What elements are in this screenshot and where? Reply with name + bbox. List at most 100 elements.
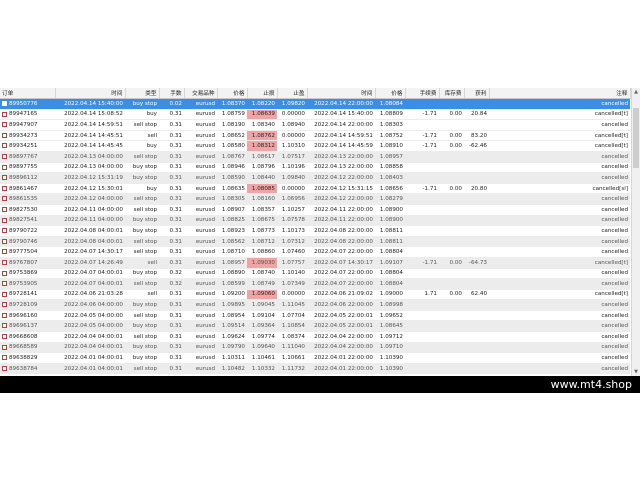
col-header-close-time[interactable]: 时间: [307, 88, 376, 99]
comment-cell: cancelled: [489, 119, 630, 131]
table-row[interactable]: 89728109 2022.04.06 04:00:00 buy stop 0.31 e…: [0, 299, 630, 311]
order-cell: 89638829: [0, 352, 55, 364]
col-header-comment[interactable]: 注释: [489, 88, 631, 99]
col-header-swap[interactable]: 库存费: [439, 88, 465, 99]
table-row[interactable]: 89827541 2022.04.11 04:00:00 buy stop 0.31 e…: [0, 215, 630, 227]
col-header-order[interactable]: 订单: [0, 88, 56, 99]
open-time-cell: 2022.04.11 04:00:00: [55, 215, 125, 227]
col-header-type[interactable]: 类型: [125, 88, 160, 99]
table-row[interactable]: 89668608 2022.04.04 04:00:01 sell stop 0.31…: [0, 331, 630, 343]
order-number: 89897767: [9, 153, 38, 160]
table-row[interactable]: 89790746 2022.04.08 04:00:01 sell stop 0.31…: [0, 236, 630, 248]
table-row[interactable]: 89728141 2022.04.06 21:03:28 sell 0.31 eurus…: [0, 289, 630, 301]
col-header-sl[interactable]: 止损: [247, 88, 278, 99]
vertical-scrollbar[interactable]: ▲ ▼: [631, 88, 640, 376]
swap-cell: [439, 236, 464, 248]
order-ticket-icon: [2, 122, 7, 128]
col-header-lots[interactable]: 手数: [159, 88, 185, 99]
table-row[interactable]: 89696160 2022.04.05 04:00:00 sell stop 0.31…: [0, 310, 630, 322]
tp-cell: 0.00000: [277, 289, 307, 301]
table-row[interactable]: 89934273 2022.04.14 14:45:51 sell 0.31 eurus…: [0, 130, 630, 142]
col-header-commission[interactable]: 手续费: [405, 88, 440, 99]
type-cell: buy stop: [125, 172, 159, 184]
table-row[interactable]: 89668589 2022.04.04 04:00:01 buy stop 0.31 e…: [0, 342, 630, 354]
table-row[interactable]: 89934251 2022.04.14 14:45:45 buy 0.31 eurusd…: [0, 140, 630, 152]
comment-cell: cancelled: [489, 246, 630, 258]
type-cell: sell stop: [125, 193, 159, 205]
col-header-tp[interactable]: 止盈: [277, 88, 308, 99]
order-cell: 89777504: [0, 246, 55, 258]
order-number: 89753869: [9, 270, 38, 277]
comment-cell: cancelled: [489, 268, 630, 280]
close-price-cell: 1.08811: [375, 225, 405, 237]
scroll-thumb[interactable]: [633, 108, 639, 168]
table-row[interactable]: 89947165 2022.04.14 15:08:52 buy 0.31 eurusd…: [0, 109, 630, 121]
table-row[interactable]: 89861535 2022.04.12 04:00:00 sell stop 0.31…: [0, 193, 630, 205]
sl-cell: 1.09774: [247, 331, 277, 343]
close-time-cell: 2022.04.12 22:00:00: [307, 193, 375, 205]
table-row[interactable]: 89950776 2022.04.14 15:40:00 buy stop 0.02 e…: [0, 98, 630, 110]
swap-cell: 0.00: [439, 109, 464, 121]
table-row[interactable]: 89696137 2022.04.05 04:00:00 buy stop 0.31 e…: [0, 320, 630, 333]
col-header-price[interactable]: 价格: [217, 88, 248, 99]
table-row[interactable]: 89896112 2022.04.12 15:31:19 buy stop 0.31 e…: [0, 172, 630, 184]
open-time-cell: 2022.04.04 04:00:01: [55, 331, 125, 343]
col-header-symbol[interactable]: 交易品种: [184, 88, 218, 99]
col-header-close-price[interactable]: 价格: [375, 88, 406, 99]
close-time-cell: 2022.04.05 22:00:01: [307, 310, 375, 322]
table-body: 89950776 2022.04.14 15:40:00 buy stop 0.02 e…: [0, 98, 630, 376]
close-time-cell: 2022.04.08 22:00:00: [307, 236, 375, 248]
order-ticket-icon: [2, 344, 7, 350]
open-price-cell: 1.08652: [217, 130, 247, 142]
commission-cell: [405, 162, 439, 174]
table-row[interactable]: 89777504 2022.04.07 14:30:17 sell stop 0.31…: [0, 246, 630, 258]
order-cell: 89668608: [0, 331, 55, 343]
sl-cell: 1.08860: [247, 246, 277, 258]
col-header-profit[interactable]: 获利: [464, 88, 490, 99]
open-price-cell: 1.10482: [217, 363, 247, 375]
profit-cell: [464, 193, 489, 205]
sl-cell: 1.08312: [247, 140, 277, 152]
table-row[interactable]: 89897755 2022.04.13 04:00:00 buy stop 0.31 e…: [0, 162, 630, 174]
symbol-cell: eurusd: [184, 278, 217, 290]
col-header-time[interactable]: 时间: [55, 88, 126, 99]
order-cell: 89934273: [0, 130, 55, 142]
table-row[interactable]: 89947907 2022.04.14 14:59:51 sell stop 0.31…: [0, 119, 630, 131]
lots-cell: 0.31: [159, 289, 184, 301]
order-cell: 89790722: [0, 225, 55, 237]
comment-cell: cancelled: [489, 236, 630, 248]
table-row[interactable]: 89638784 2022.04.01 04:00:01 sell stop 0.31…: [0, 363, 630, 375]
comment-cell: cancelled: [489, 352, 630, 364]
swap-cell: [439, 162, 464, 174]
table-row[interactable]: 89861467 2022.04.12 15:30:01 buy 0.31 eurusd…: [0, 183, 630, 195]
table-row[interactable]: 89897767 2022.04.13 04:00:00 sell stop 0.31…: [0, 151, 630, 163]
close-price-cell: 1.08804: [375, 268, 405, 280]
open-price-cell: 1.08957: [217, 257, 247, 269]
table-row[interactable]: 89767807 2022.04.07 14:26:49 sell 0.31 eurus…: [0, 257, 630, 269]
scroll-up-icon[interactable]: ▲: [633, 89, 639, 95]
lots-cell: 0.31: [159, 130, 184, 142]
scroll-down-icon[interactable]: ▼: [633, 369, 639, 375]
type-cell: sell stop: [125, 246, 159, 258]
close-price-cell: 1.08084: [375, 98, 405, 110]
tp-cell: 0.00000: [277, 109, 307, 121]
profit-cell: 20.84: [464, 109, 489, 121]
table-row[interactable]: 89827530 2022.04.11 04:00:00 sell stop 0.31…: [0, 204, 630, 216]
table-row[interactable]: 89638829 2022.04.01 04:00:01 buy stop 0.31 e…: [0, 352, 630, 364]
order-ticket-icon: [2, 270, 7, 276]
order-cell: 89696137: [0, 320, 55, 333]
history-table: 订单 时间 类型 手数 交易品种 价格 止损 止盈 时间 价格 手续费 库存费 …: [0, 88, 631, 376]
profit-cell: [464, 151, 489, 163]
order-history-grid[interactable]: 订单 时间 类型 手数 交易品种 价格 止损 止盈 时间 价格 手续费 库存费 …: [0, 88, 640, 376]
lots-cell: 0.31: [159, 257, 184, 269]
table-row[interactable]: 89753869 2022.04.07 04:00:01 buy stop 0.32 e…: [0, 268, 630, 280]
table-row[interactable]: 89790722 2022.04.08 04:00:01 buy stop 0.31 e…: [0, 225, 630, 237]
close-time-cell: 2022.04.01 22:00:00: [307, 352, 375, 364]
profit-cell: 83.20: [464, 130, 489, 142]
table-row[interactable]: 89753905 2022.04.07 04:00:01 sell stop 0.32…: [0, 278, 630, 290]
open-price-cell: 1.09790: [217, 342, 247, 354]
order-cell: 89753905: [0, 278, 55, 290]
type-cell: sell stop: [125, 278, 159, 290]
swap-cell: 0.00: [439, 289, 464, 301]
close-time-cell: 2022.04.13 22:00:00: [307, 162, 375, 174]
